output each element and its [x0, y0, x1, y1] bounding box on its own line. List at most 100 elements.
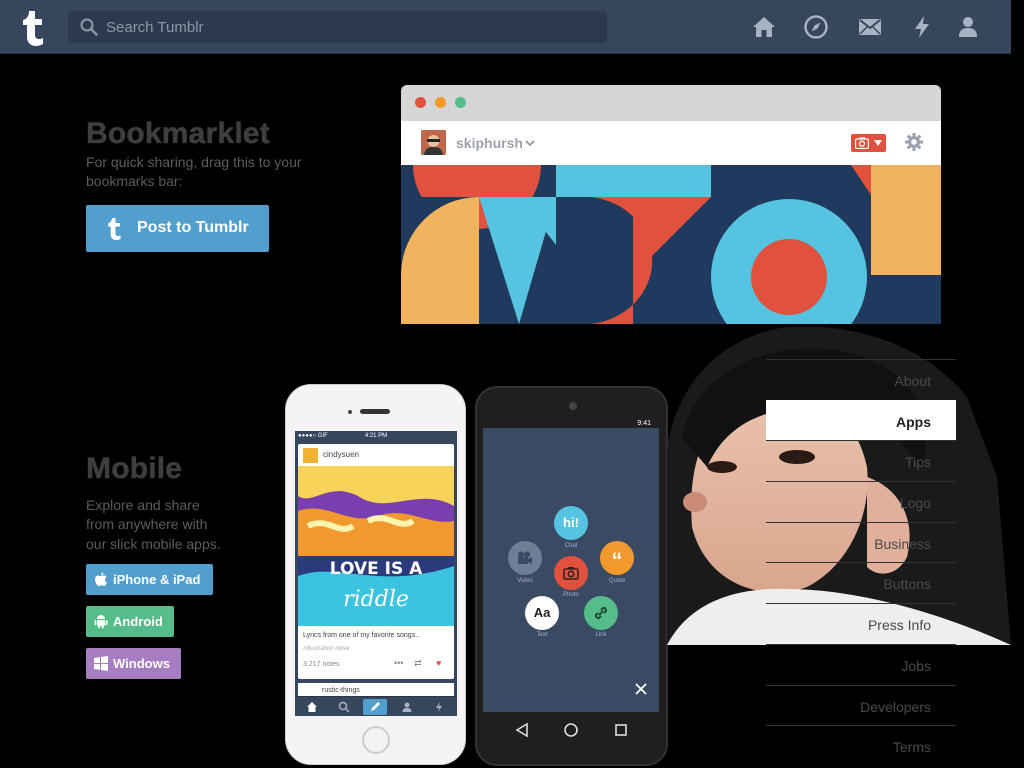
- blog-username: skiphursh: [456, 135, 523, 151]
- video-camera-icon: [518, 551, 532, 564]
- post-author-avatar: [303, 448, 318, 463]
- text-label: Text: [536, 632, 548, 638]
- chat-post-bubble: hi!: [554, 506, 588, 540]
- home-icon[interactable]: [751, 14, 777, 40]
- iphone-carrier: ●●●●○ GIF: [298, 433, 328, 439]
- chevron-down-icon: [525, 140, 535, 147]
- video-label: Video: [517, 578, 533, 584]
- nav-link-buttons[interactable]: Buttons: [766, 562, 956, 603]
- video-post-bubble: [508, 541, 542, 575]
- mobile-heading: Mobile: [86, 452, 183, 485]
- mobile-description-line-3: our slick mobile apps.: [86, 536, 221, 552]
- close-icon: [635, 683, 647, 695]
- windows-logo-icon: [94, 656, 108, 671]
- inbox-mail-icon[interactable]: [857, 14, 883, 40]
- activity-lightning-icon[interactable]: [909, 14, 935, 40]
- android-clock: 9:41: [637, 420, 651, 427]
- account-user-icon[interactable]: [955, 14, 981, 40]
- android-screen: hi! Chat Video “ Quote Photo Aa Text Lin…: [483, 428, 659, 712]
- browser-window-chrome: [401, 85, 941, 121]
- link-label: Link: [595, 632, 607, 638]
- iphone-ipad-label: iPhone & iPad: [113, 572, 201, 587]
- windows-label: Windows: [113, 656, 170, 671]
- nav-link-tips[interactable]: Tips: [766, 440, 956, 481]
- settings-gear-icon: [905, 133, 923, 151]
- tab-account-icon: [402, 702, 412, 712]
- post-caption: Lyrics from one of my favorite songs...: [303, 632, 422, 639]
- nav-link-business[interactable]: Business: [766, 521, 956, 563]
- search-box[interactable]: [68, 11, 607, 43]
- iphone-mockup: ●●●●○ GIF 4:21 PM cindysuen LOVE IS A ri…: [285, 384, 466, 765]
- quote-post-bubble: “: [600, 541, 634, 575]
- iphone-status-bar: ●●●●○ GIF 4:21 PM: [295, 431, 457, 441]
- tumblr-logo-icon[interactable]: [16, 7, 50, 47]
- window-close-dot: [415, 97, 426, 108]
- tab-search-icon: [338, 701, 350, 713]
- android-robot-icon: [94, 615, 108, 629]
- link-chain-icon: [594, 606, 608, 620]
- iphone-screen: ●●●●○ GIF 4:21 PM cindysuen LOVE IS A ri…: [295, 431, 457, 716]
- window-maximize-dot: [455, 97, 466, 108]
- camera-post-button: [851, 134, 886, 152]
- search-input[interactable]: [106, 11, 596, 43]
- mobile-description-line-1: Explore and share: [86, 497, 200, 513]
- like-heart-icon: ♥: [436, 658, 442, 668]
- quote-label: Quote: [608, 578, 626, 584]
- android-nav-keys: [515, 722, 627, 738]
- nav-link-press-info[interactable]: Press Info: [766, 603, 956, 644]
- user-avatar: [421, 130, 446, 155]
- art-text-riddle: riddle: [343, 587, 409, 612]
- site-nav-list: About Apps Tips Logo Business Buttons Pr…: [766, 359, 956, 766]
- post-author-name: cindysuen: [323, 450, 360, 459]
- recents-key-icon: [615, 724, 627, 736]
- mobile-description-line-2: from anywhere with: [86, 516, 208, 532]
- tab-compose-pencil-icon: [371, 702, 380, 711]
- explore-compass-icon[interactable]: [803, 14, 829, 40]
- caret-down-icon: [874, 140, 882, 146]
- post-notes-count: 3,217 notes: [303, 661, 340, 668]
- back-key-icon: [515, 722, 528, 738]
- bookmarklet-description-line-1: For quick sharing, drag this to your: [86, 154, 302, 170]
- iphone-ipad-app-button[interactable]: iPhone & iPad: [86, 564, 213, 595]
- nav-link-apps[interactable]: Apps: [766, 399, 956, 441]
- browser-preview-illustration: skiphursh: [401, 85, 941, 324]
- post-to-tumblr-button[interactable]: Post to Tumblr: [86, 205, 269, 252]
- window-minimize-dot: [435, 97, 446, 108]
- iphone-speaker: [360, 409, 390, 414]
- dashboard-post-card: cindysuen LOVE IS A riddle Lyrics from o…: [298, 444, 454, 679]
- windows-app-button[interactable]: Windows: [86, 648, 181, 679]
- chat-label: Chat: [564, 543, 578, 549]
- nav-link-about[interactable]: About: [766, 359, 956, 400]
- nav-link-developers[interactable]: Developers: [766, 684, 956, 726]
- nav-link-jobs[interactable]: Jobs: [766, 643, 956, 685]
- photo-post-bubble: [554, 556, 588, 590]
- home-key-icon: [564, 723, 578, 737]
- apple-icon: [95, 572, 107, 586]
- post-tags: #illustration #love: [303, 646, 350, 652]
- post-header: cindysuen: [298, 444, 454, 466]
- android-phone-mockup: 9:41 hi! Chat Video “ Quote Photo Aa Tex…: [475, 386, 668, 766]
- nav-link-terms[interactable]: Terms: [766, 725, 956, 766]
- android-label: Android: [113, 614, 163, 629]
- iphone-clock: 4:21 PM: [364, 433, 388, 439]
- iphone-home-button: [362, 726, 390, 754]
- more-options-icon: •••: [394, 658, 404, 668]
- art-text-love: LOVE IS A: [330, 559, 423, 579]
- reblog-icon: ⇄: [414, 658, 422, 668]
- tab-home-icon: [307, 702, 317, 712]
- camera-icon: [855, 137, 869, 149]
- next-post-author: rustic-things: [322, 687, 360, 694]
- blog-header-bar: skiphursh: [401, 121, 941, 165]
- tumblr-t-icon: [108, 218, 121, 240]
- link-post-bubble: [584, 596, 618, 630]
- tab-activity-icon: [436, 702, 442, 712]
- bookmarklet-heading: Bookmarklet: [86, 117, 270, 150]
- top-navigation-bar: [0, 0, 1011, 54]
- geometric-artwork: [401, 165, 941, 324]
- nav-link-logo[interactable]: Logo: [766, 481, 956, 522]
- android-app-button[interactable]: Android: [86, 606, 174, 637]
- photo-camera-icon: [563, 567, 579, 580]
- search-icon: [80, 18, 98, 36]
- android-front-camera: [569, 402, 577, 410]
- bookmarklet-description-line-2: bookmarks bar:: [86, 173, 183, 189]
